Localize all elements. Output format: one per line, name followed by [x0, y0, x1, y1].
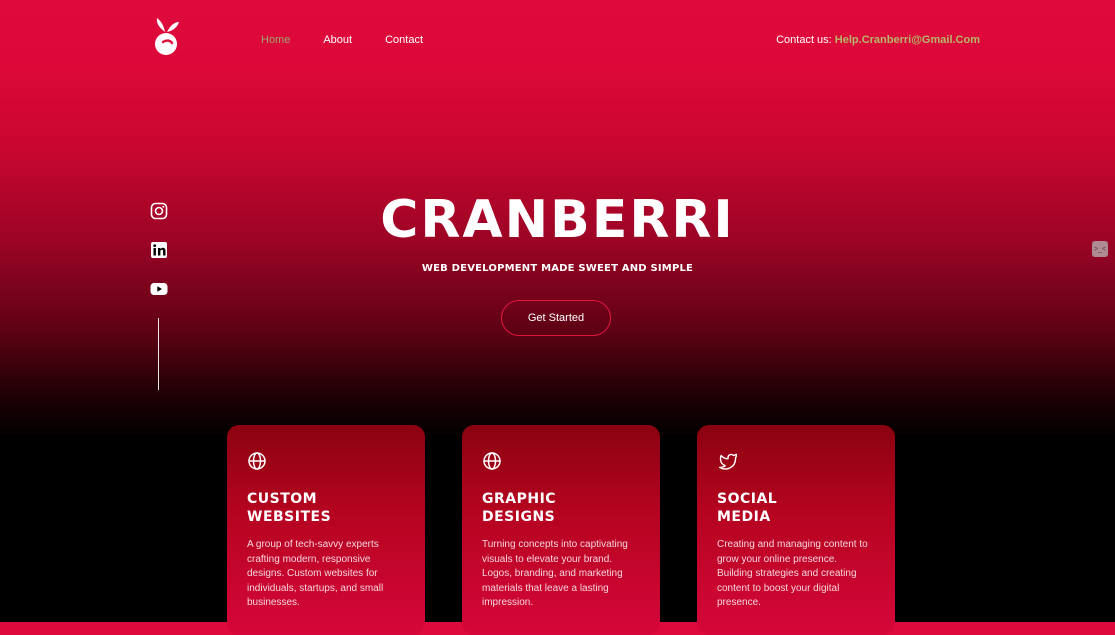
- nav-contact[interactable]: Contact: [385, 34, 423, 46]
- get-started-button[interactable]: Get Started: [501, 300, 611, 336]
- twitter-icon: [718, 453, 738, 470]
- social-divider: [158, 318, 159, 390]
- contact-label: Contact us:: [776, 34, 835, 46]
- card-description: Creating and managing content to grow yo…: [717, 539, 868, 608]
- card-description: A group of tech-savvy experts crafting m…: [247, 539, 384, 608]
- hero-subtitle: WEB DEVELOPMENT MADE SWEET AND SIMPLE: [421, 263, 694, 274]
- globe-icon: [248, 452, 266, 470]
- cranberry-logo-icon[interactable]: [152, 18, 182, 58]
- service-card-social-media[interactable]: SOCIAL MEDIA Creating and managing conten…: [697, 425, 895, 635]
- youtube-icon[interactable]: [150, 280, 168, 298]
- side-widget-icon[interactable]: >_<: [1092, 241, 1108, 257]
- hero-title: CRANBERRI: [380, 190, 735, 250]
- contact-email-link[interactable]: Help.Cranberri@Gmail.Com: [835, 34, 980, 46]
- card-description: Turning concepts into captivating visual…: [482, 539, 628, 608]
- service-card-graphic-designs[interactable]: GRAPHIC DESIGNS Turning concepts into cap…: [462, 425, 660, 635]
- nav-about[interactable]: About: [323, 34, 352, 46]
- card-title: GRAPHIC DESIGNS: [482, 491, 557, 525]
- main-nav: Home About Contact: [261, 34, 423, 46]
- nav-home[interactable]: Home: [261, 34, 290, 46]
- globe-icon: [483, 452, 501, 470]
- contact-info: Contact us: Help.Cranberri@Gmail.Com: [776, 34, 980, 46]
- service-card-custom-websites[interactable]: CUSTOM WEBSITES A group of tech-savvy exp…: [227, 425, 425, 635]
- card-title: SOCIAL MEDIA: [717, 491, 778, 525]
- card-title: CUSTOM WEBSITES: [247, 491, 332, 525]
